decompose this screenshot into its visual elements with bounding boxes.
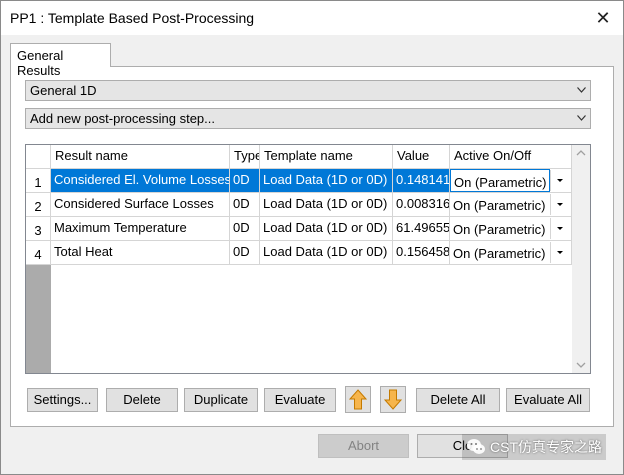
table-empty-area	[51, 265, 572, 373]
cell-type[interactable]: 0D	[230, 241, 260, 265]
result-type-value: General 1D	[30, 83, 97, 98]
wechat-icon	[467, 439, 485, 454]
cell-active-dropdown[interactable]: On (Parametric)	[450, 193, 572, 217]
add-step-dropdown[interactable]: Add new post-processing step...	[25, 108, 591, 129]
cell-type[interactable]: 0D	[230, 193, 260, 217]
cell-active-dropdown[interactable]: On (Parametric)	[450, 217, 572, 241]
chevron-down-icon	[557, 227, 563, 230]
window-title: PP1 : Template Based Post-Processing	[10, 10, 255, 26]
active-value: On (Parametric)	[450, 169, 550, 192]
arrow-down-icon	[383, 389, 403, 410]
corner-header	[26, 145, 51, 169]
column-header-active[interactable]: Active On/Off	[450, 145, 572, 169]
abort-button[interactable]: Abort	[318, 434, 409, 458]
evaluate-button[interactable]: Evaluate	[264, 388, 336, 412]
dropdown-button[interactable]	[550, 194, 568, 215]
move-down-button[interactable]	[380, 386, 406, 413]
chevron-down-icon	[557, 179, 563, 182]
column-header-type[interactable]: Type	[230, 145, 260, 169]
dropdown-button[interactable]	[550, 170, 568, 191]
settings-button[interactable]: Settings...	[27, 388, 98, 412]
results-table: Result name Type Template name Value Act…	[25, 144, 591, 374]
cell-result-name[interactable]: Considered Surface Losses	[51, 193, 230, 217]
active-value: On (Parametric)	[453, 246, 546, 261]
cell-active-dropdown[interactable]: On (Parametric)	[450, 241, 572, 265]
active-value: On (Parametric)	[453, 222, 546, 237]
cell-active-dropdown[interactable]: On (Parametric)	[450, 169, 572, 193]
move-up-button[interactable]	[345, 386, 371, 413]
duplicate-button[interactable]: Duplicate	[184, 388, 258, 412]
cell-value[interactable]: 0.1481414	[393, 169, 450, 193]
chevron-down-icon	[577, 87, 586, 93]
column-header-value[interactable]: Value	[393, 145, 450, 169]
dropdown-button[interactable]	[550, 218, 568, 239]
cell-template-name[interactable]: Load Data (1D or 0D)	[260, 217, 393, 241]
cell-template-name[interactable]: Load Data (1D or 0D)	[260, 193, 393, 217]
cell-type[interactable]: 0D	[230, 217, 260, 241]
dialog-window: PP1 : Template Based Post-Processing ✕ G…	[0, 0, 624, 475]
delete-button[interactable]: Delete	[106, 388, 178, 412]
row-header[interactable]: 2	[26, 193, 51, 217]
close-icon[interactable]: ✕	[591, 6, 615, 30]
cell-value[interactable]: 0.0083165	[393, 193, 450, 217]
row-header[interactable]: 1	[26, 169, 51, 193]
chevron-down-icon	[557, 251, 563, 254]
dropdown-button[interactable]	[550, 242, 568, 263]
row-header[interactable]: 4	[26, 241, 51, 265]
cell-template-name[interactable]: Load Data (1D or 0D)	[260, 169, 393, 193]
cell-result-name[interactable]: Maximum Temperature	[51, 217, 230, 241]
arrow-up-icon	[348, 389, 368, 410]
cell-template-name[interactable]: Load Data (1D or 0D)	[260, 241, 393, 265]
chevron-down-icon	[557, 203, 563, 206]
add-step-value: Add new post-processing step...	[30, 111, 215, 126]
evaluate-all-button[interactable]: Evaluate All	[506, 388, 590, 412]
column-header-template-name[interactable]: Template name	[260, 145, 393, 169]
result-type-dropdown[interactable]: General 1D	[25, 80, 591, 101]
delete-all-button[interactable]: Delete All	[416, 388, 500, 412]
cell-result-name[interactable]: Considered El. Volume Losses	[51, 169, 230, 193]
cell-result-name[interactable]: Total Heat	[51, 241, 230, 265]
watermark: CST仿真专家之路	[462, 434, 606, 460]
column-header-result-name[interactable]: Result name	[51, 145, 230, 169]
chevron-down-icon	[577, 115, 586, 121]
scroll-down-icon[interactable]	[572, 356, 590, 373]
cell-value[interactable]: 0.1564580	[393, 241, 450, 265]
cell-value[interactable]: 61.496551	[393, 217, 450, 241]
tab-general-results[interactable]: General Results	[10, 43, 111, 78]
title-bar: PP1 : Template Based Post-Processing ✕	[1, 1, 623, 35]
row-header[interactable]: 3	[26, 217, 51, 241]
tab-label: General Results	[17, 48, 64, 78]
active-value: On (Parametric)	[453, 198, 546, 213]
watermark-text: CST仿真专家之路	[490, 439, 602, 455]
scroll-up-icon[interactable]	[572, 145, 590, 162]
cell-type[interactable]: 0D	[230, 169, 260, 193]
vertical-scrollbar[interactable]	[572, 145, 590, 373]
